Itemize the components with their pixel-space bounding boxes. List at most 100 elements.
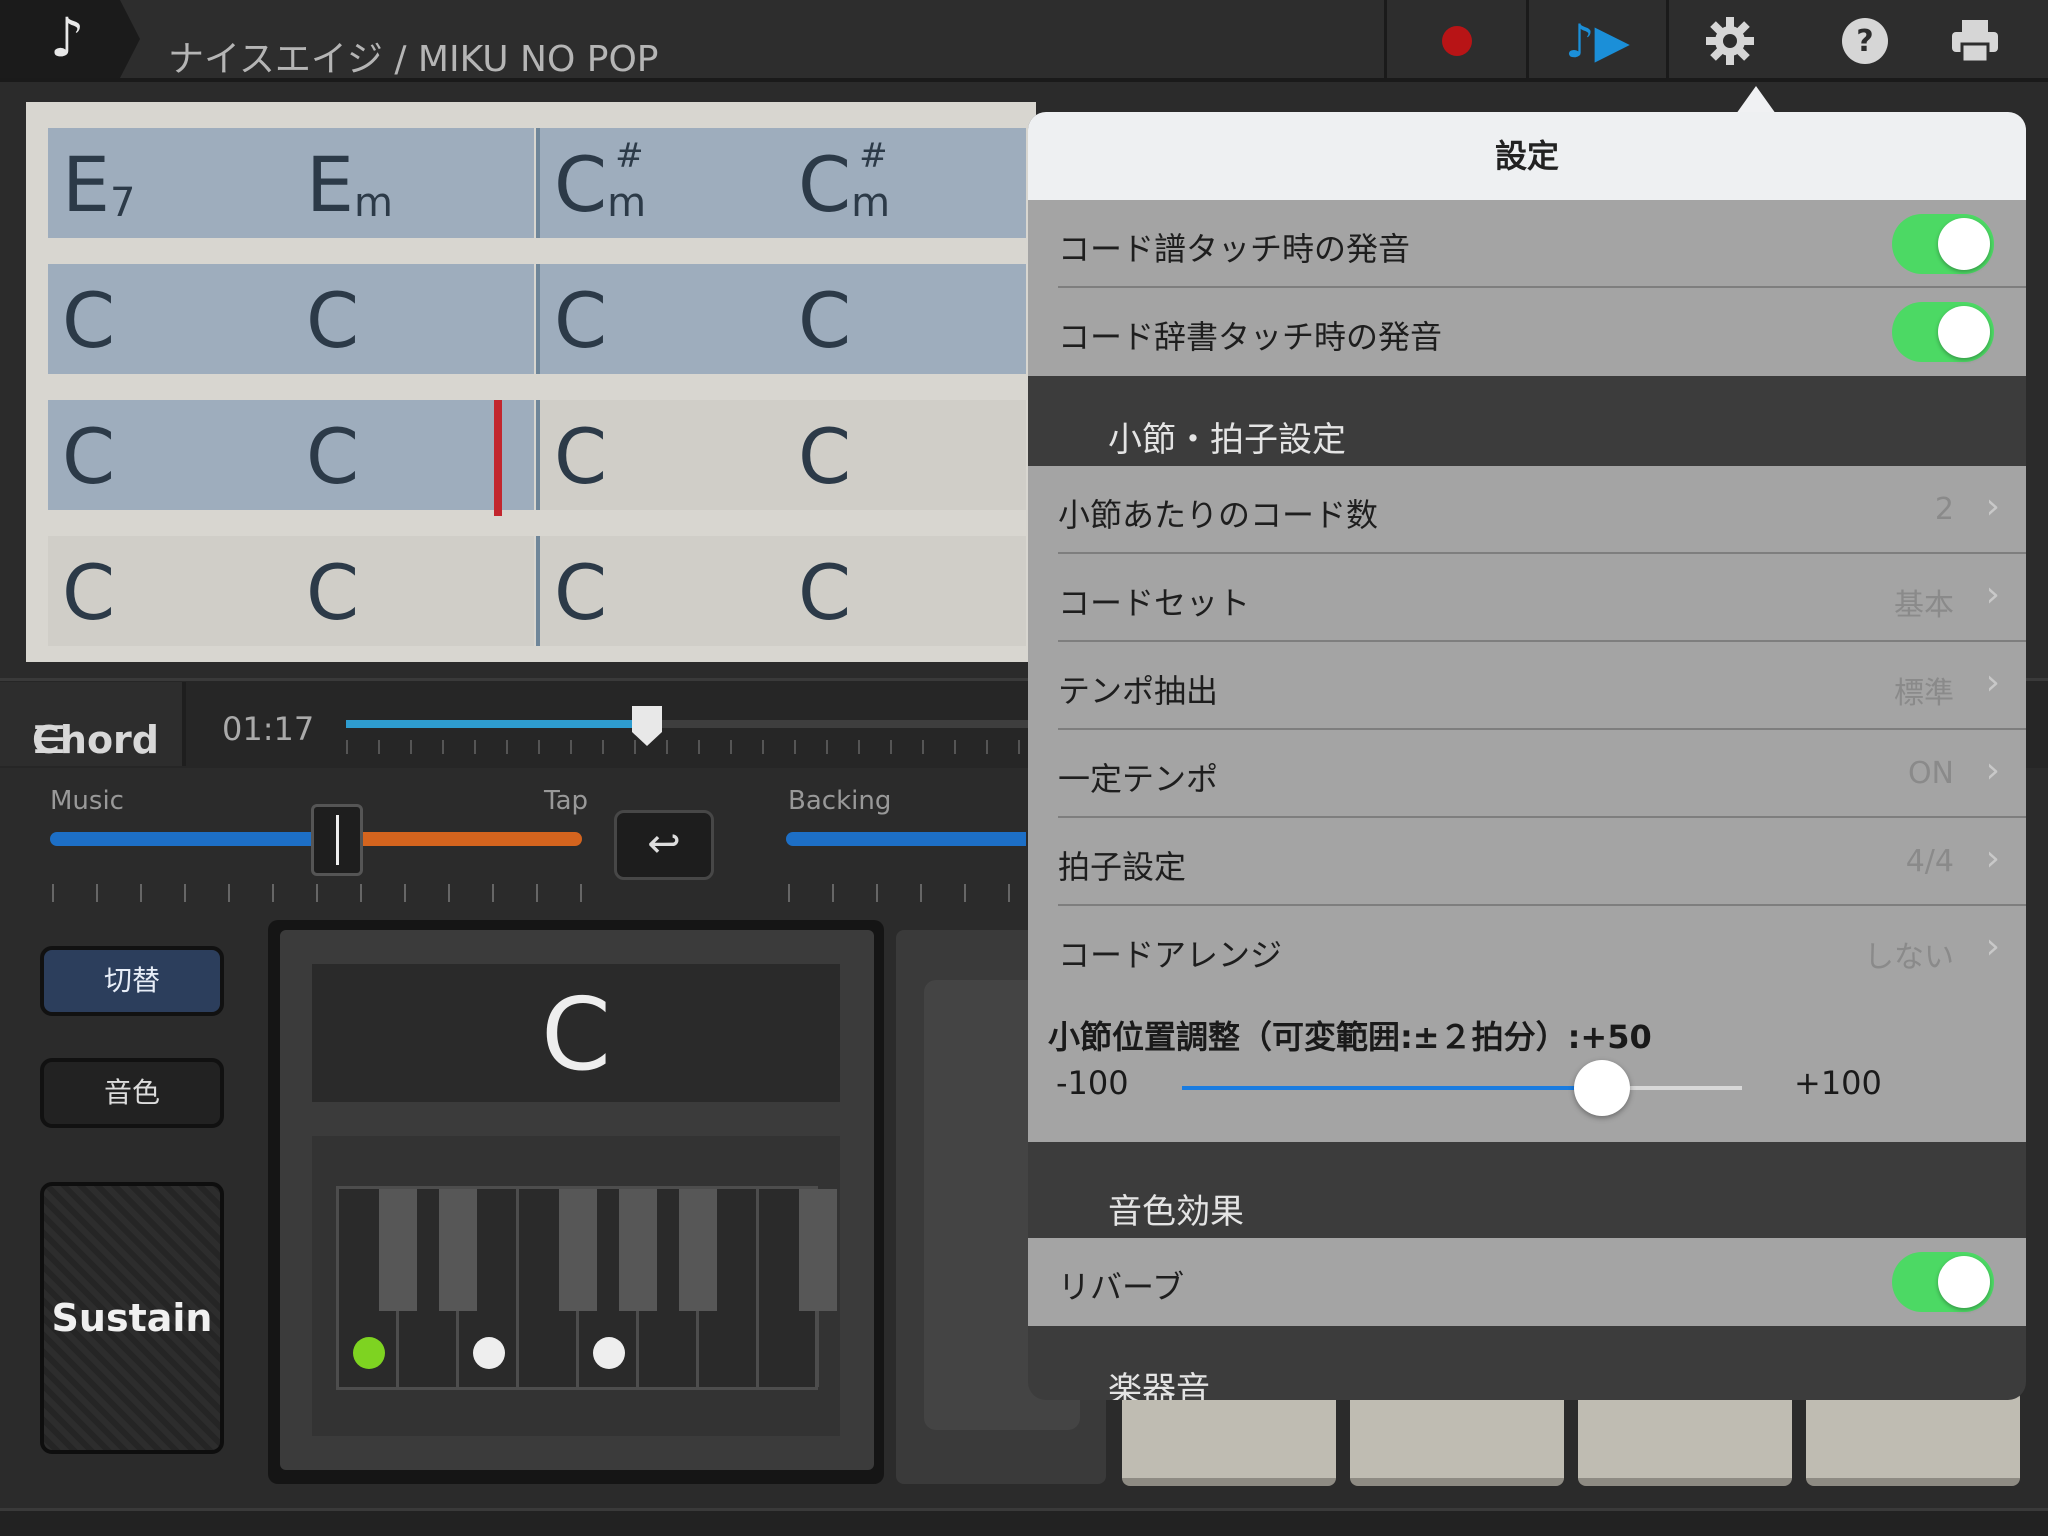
measure-cell[interactable] — [48, 536, 534, 646]
setting-value: ON — [1907, 756, 1954, 791]
chord-root: C — [306, 412, 360, 501]
chord-symbol[interactable]: C — [798, 548, 851, 637]
help-icon: ? — [1842, 18, 1888, 64]
undo-icon: ↩ — [647, 821, 681, 867]
chord-symbol[interactable]: C — [554, 276, 607, 365]
black-key[interactable] — [799, 1189, 837, 1311]
settings-button[interactable] — [1666, 0, 1790, 82]
offset-slider-fill — [1182, 1086, 1602, 1090]
chord-symbol[interactable]: C — [554, 548, 607, 637]
tone-button[interactable]: 音色 — [40, 1058, 224, 1128]
measure-cell[interactable] — [540, 536, 1026, 646]
backing-level-slider[interactable] — [786, 832, 1026, 846]
setting-reverb[interactable]: リバーブ — [1028, 1238, 2026, 1326]
setting-row[interactable]: コードアレンジ しない › — [1028, 906, 2026, 994]
chord-pad-5[interactable] — [1578, 1390, 1792, 1486]
offset-min-label: -100 — [1056, 1064, 1129, 1102]
setting-value: 標準 — [1894, 676, 1954, 711]
setting-row[interactable]: 小節あたりのコード数 2 › — [1028, 466, 2026, 554]
gear-icon — [1705, 17, 1754, 65]
play-button[interactable]: ♪▶ — [1526, 0, 1666, 82]
balance-ticks — [52, 884, 582, 902]
measure-divider — [536, 536, 540, 646]
chord-symbol[interactable]: C — [306, 412, 359, 501]
measure-offset-title: 小節位置調整（可変範囲:±２拍分）:+50 — [1048, 1018, 1652, 1056]
measure-divider — [536, 264, 540, 374]
bottom-bar — [0, 1508, 2048, 1536]
measure-cell[interactable] — [48, 264, 534, 374]
pressed-key-dot — [353, 1337, 385, 1369]
chord-symbol[interactable]: C — [62, 276, 115, 365]
setting-value: しない — [1864, 940, 1954, 975]
setting-row[interactable]: コードセット 基本 › — [1028, 554, 2026, 642]
black-key[interactable] — [379, 1189, 417, 1311]
chord-root: C — [798, 548, 852, 637]
measure-divider — [536, 128, 540, 238]
chord-symbol[interactable]: Em — [306, 140, 402, 229]
offset-slider-knob[interactable] — [1574, 1060, 1630, 1116]
setting-row[interactable]: テンポ抽出 標準 › — [1028, 642, 2026, 730]
music-note-icon: ♪ — [50, 6, 85, 69]
print-button[interactable] — [1920, 0, 2030, 82]
setting-label: コード譜タッチ時の発音 — [1058, 230, 1411, 268]
chord-symbol[interactable]: C — [798, 412, 851, 501]
measure-cell[interactable] — [48, 400, 534, 510]
settings-popover: 設定 コード譜タッチ時の発音 コード辞書タッチ時の発音 小節・拍子設定 小節あた… — [1028, 112, 2026, 1400]
setting-label: 拍子設定 — [1058, 848, 1187, 886]
measure-cell[interactable] — [540, 264, 1026, 374]
chevron-right-icon: › — [1985, 486, 2000, 527]
black-key[interactable] — [439, 1189, 477, 1311]
chord-root: C — [554, 412, 608, 501]
tap-label: Tap — [544, 786, 589, 816]
setting-chord-dictionary-sound[interactable]: コード辞書タッチ時の発音 — [1028, 288, 2026, 376]
pad-chord-name: C — [541, 976, 611, 1093]
music-tap-balance-knob[interactable] — [311, 804, 364, 876]
reverb-toggle[interactable] — [1892, 1252, 1994, 1312]
chord-accidental: # — [615, 136, 644, 176]
chord-symbol[interactable]: C — [62, 548, 115, 637]
chord-mode-menu[interactable]: ☰ Chord — [0, 682, 186, 766]
setting-label: 小節あたりのコード数 — [1058, 496, 1379, 534]
pressed-key-dot — [473, 1337, 505, 1369]
record-button[interactable] — [1384, 0, 1526, 82]
chord-quality: m — [851, 180, 891, 226]
setting-label: 一定テンポ — [1058, 760, 1219, 798]
black-key[interactable] — [679, 1189, 717, 1311]
switch-button[interactable]: 切替 — [40, 946, 224, 1016]
chord-accidental: # — [859, 136, 888, 176]
chord-root: C — [62, 412, 116, 501]
black-key[interactable] — [619, 1189, 657, 1311]
black-key[interactable] — [559, 1189, 597, 1311]
chord-symbol[interactable]: C # m — [554, 136, 655, 229]
app-menu-tab[interactable]: ♪ — [0, 0, 140, 78]
sustain-button[interactable]: Sustain — [40, 1182, 224, 1454]
pressed-key-dot — [593, 1337, 625, 1369]
chord-pad-3[interactable] — [1122, 1390, 1336, 1486]
chord-mode-label: Chord — [32, 718, 159, 762]
chord-symbol[interactable]: E7 — [62, 140, 158, 229]
help-button[interactable]: ? — [1810, 0, 1920, 82]
timeline-progress — [346, 720, 647, 728]
undo-button[interactable]: ↩ — [614, 810, 714, 880]
printer-icon — [1952, 20, 1998, 64]
chord-symbol[interactable]: C — [306, 548, 359, 637]
setting-row[interactable]: 一定テンポ ON › — [1028, 730, 2026, 818]
record-icon — [1441, 26, 1472, 56]
chord-root: C — [554, 548, 608, 637]
chord-pad-4[interactable] — [1350, 1390, 1564, 1486]
chord-symbol[interactable]: C — [554, 412, 607, 501]
chord-pad-6[interactable] — [1806, 1390, 2020, 1486]
timeline-ticks — [346, 740, 1046, 754]
section-header-instruments: 楽器音 — [1108, 1370, 1210, 1400]
popover-arrow — [1736, 86, 1776, 114]
setting-row[interactable]: 拍子設定 4/4 › — [1028, 818, 2026, 906]
setting-chord-sheet-sound[interactable]: コード譜タッチ時の発音 — [1028, 200, 2026, 288]
chord-symbol[interactable]: C — [306, 276, 359, 365]
chord-symbol[interactable]: C # m — [798, 136, 899, 229]
chord-symbol[interactable]: C — [798, 276, 851, 365]
chord-symbol[interactable]: C — [62, 412, 115, 501]
chord-sheet-sound-toggle[interactable] — [1892, 214, 1994, 274]
chord-dictionary-sound-toggle[interactable] — [1892, 302, 1994, 362]
measure-cell[interactable] — [540, 400, 1026, 510]
chord-root: E — [306, 140, 355, 229]
